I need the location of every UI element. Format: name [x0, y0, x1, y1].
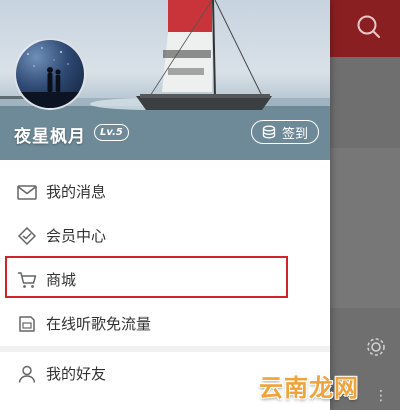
menu-item-label: 我的好友	[46, 365, 107, 383]
search-icon[interactable]	[354, 12, 384, 42]
menu-item-free-data-streaming[interactable]: 在线听歌免流量	[0, 302, 330, 346]
avatar-image	[16, 47, 84, 108]
profile-cover-image: 夜星枫月 Lv.5 签到	[0, 0, 330, 160]
more-icon[interactable]: ⋮	[374, 388, 388, 404]
sign-in-button[interactable]: 签到	[251, 120, 319, 144]
mail-icon	[17, 185, 37, 200]
watermark: 云南龙网	[259, 374, 359, 402]
level-badge: Lv.5	[94, 124, 129, 141]
sign-in-label: 签到	[281, 126, 308, 142]
gear-icon[interactable]	[365, 336, 387, 358]
sim-card-icon	[19, 316, 35, 332]
username: 夜星枫月	[14, 127, 86, 147]
background-content-card	[330, 148, 400, 308]
menu-item-messages[interactable]: 我的消息	[0, 170, 330, 214]
background-app-panel: ⋮	[330, 0, 400, 410]
menu-item-label: 在线听歌免流量	[46, 315, 152, 333]
menu-item-vip-center[interactable]: 会员中心	[0, 214, 330, 258]
menu-item-label: 我的消息	[46, 183, 107, 201]
diamond-icon	[17, 226, 37, 246]
shop-highlight-annotation	[5, 256, 288, 298]
background-app-header	[330, 0, 400, 57]
user-icon	[18, 365, 36, 383]
coin-stack-icon	[262, 125, 276, 139]
avatar[interactable]	[14, 38, 86, 110]
navigation-drawer: 夜星枫月 Lv.5 签到 我的消息 会员中心 商城 在线听歌免流量 我的好友	[0, 0, 330, 410]
menu-item-label: 会员中心	[46, 227, 107, 245]
